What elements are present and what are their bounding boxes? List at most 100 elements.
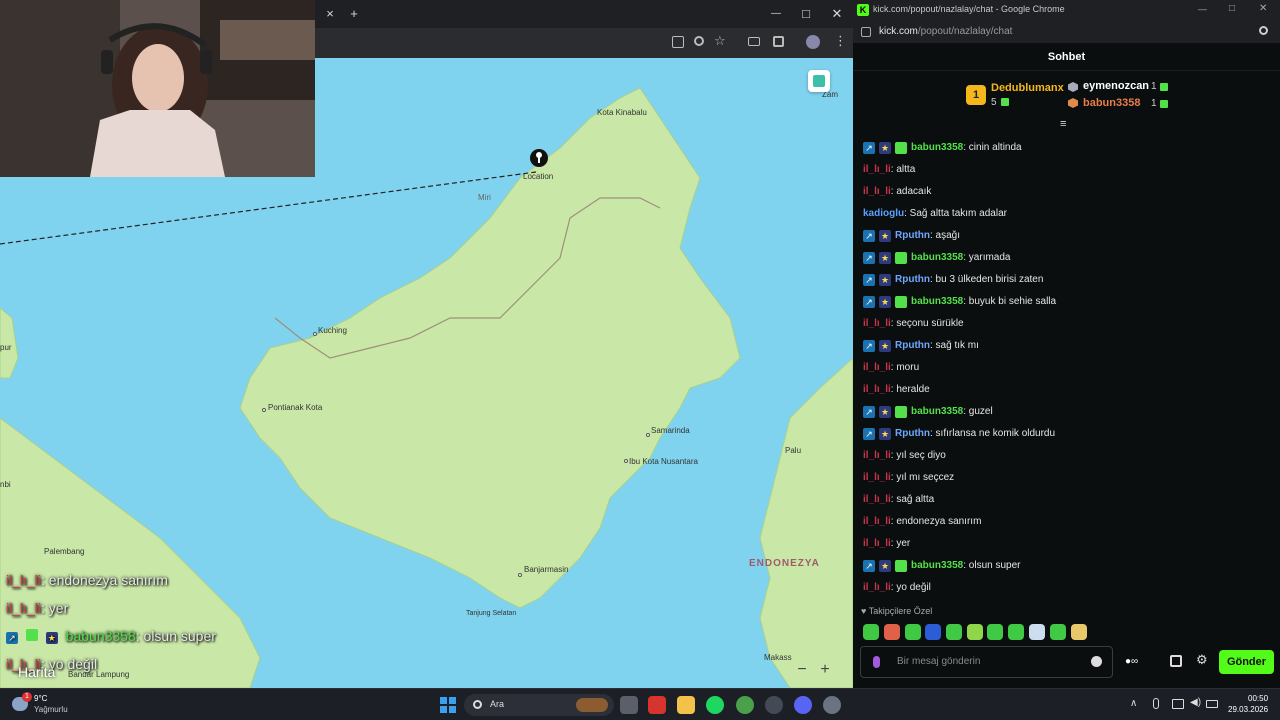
start-windows-icon[interactable] — [440, 697, 456, 713]
chat-username[interactable]: il_lı_li — [863, 313, 891, 335]
site-settings-icon[interactable] — [861, 27, 871, 37]
chat-username[interactable]: il_lı_li — [863, 533, 891, 555]
pdf-reader-icon[interactable] — [648, 696, 666, 714]
emote-icon[interactable] — [967, 624, 983, 640]
discord-icon[interactable] — [794, 696, 812, 714]
weather-temp[interactable]: 9°C — [34, 694, 47, 703]
emote-icon[interactable] — [1029, 624, 1045, 640]
windows-taskbar: 1 9°C Yağmurlu Ara ∧ ◀) 00:50 29.03.2026 — [0, 688, 1280, 720]
chat-username[interactable]: Rputhn — [895, 335, 930, 357]
zoom-icon[interactable] — [694, 36, 704, 46]
taskbar-search[interactable]: Ara — [464, 694, 614, 716]
chat-username[interactable]: il_lı_li — [863, 379, 891, 401]
task-view-icon[interactable] — [620, 696, 638, 714]
chat-username[interactable]: il_lı_li — [863, 181, 891, 203]
vip-badge-icon: ★ — [879, 340, 891, 352]
spotify-icon[interactable] — [706, 696, 724, 714]
profile-avatar[interactable] — [806, 35, 820, 49]
chat-username[interactable]: il_lı_li — [863, 511, 891, 533]
tray-network-icon[interactable] — [1172, 699, 1184, 709]
store-icon[interactable] — [1170, 655, 1182, 667]
chat-username[interactable]: il_lı_li — [863, 467, 891, 489]
leader-first-name[interactable]: Dedublumanx — [991, 82, 1064, 94]
zoom-out-button[interactable]: − — [793, 661, 811, 679]
chat-message: il_lı_li: altta — [863, 159, 1273, 181]
map-label-palu: Palu — [785, 446, 802, 455]
chat-message: il_lı_li: yo değil — [863, 577, 1273, 599]
overlay-chat-line: ↗ ★ babun3358: olsun super — [6, 628, 216, 644]
emote-icon[interactable] — [884, 624, 900, 640]
bookmark-star-icon[interactable]: ☆ — [714, 33, 726, 49]
chat-message: ↗ ★ babun3358: cinin altinda — [863, 137, 1273, 159]
chat-username[interactable]: kadioglu — [863, 203, 904, 225]
message-input[interactable]: Bir mesaj gönderin — [860, 646, 1113, 678]
tray-mic-icon[interactable] — [1153, 698, 1159, 709]
moderator-badge-icon: ↗ — [863, 560, 875, 572]
chrome-icon[interactable] — [736, 696, 754, 714]
weather-condition[interactable]: Yağmurlu — [34, 705, 68, 714]
moderator-badge-icon: ↗ — [863, 406, 875, 418]
extensions-icon[interactable] — [773, 36, 784, 47]
clock-time[interactable]: 00:50 — [1248, 694, 1268, 703]
emote-icon[interactable] — [1071, 624, 1087, 640]
emote-icon[interactable] — [987, 624, 1003, 640]
emote-icon[interactable] — [946, 624, 962, 640]
chat-username[interactable]: il_lı_li — [863, 357, 891, 379]
url-bar[interactable]: kick.com/popout/nazlalay/chat — [853, 21, 1280, 43]
emoji-icon[interactable] — [1091, 656, 1102, 667]
map-layer-button[interactable] — [808, 70, 830, 92]
chat-username[interactable]: il_lı_li — [863, 577, 891, 599]
chat-username[interactable]: Rputhn — [895, 423, 930, 445]
webcam-image — [0, 0, 315, 177]
url-text[interactable]: kick.com/popout/nazlalay/chat — [879, 26, 1012, 37]
weather-notification-badge: 1 — [22, 692, 32, 702]
tray-battery-icon[interactable] — [1206, 700, 1218, 708]
minimize-button[interactable]: — — [766, 6, 786, 22]
chat-username[interactable]: babun3358 — [911, 401, 963, 423]
chat-username[interactable]: il_lı_li — [863, 489, 891, 511]
leader-third-name[interactable]: babun3358 — [1083, 97, 1140, 109]
cast-icon[interactable] — [748, 37, 760, 46]
zoom-icon[interactable] — [1259, 26, 1268, 35]
file-explorer-icon[interactable] — [677, 696, 695, 714]
tray-chevron-icon[interactable]: ∧ — [1130, 698, 1137, 709]
close-window-button[interactable]: ✕ — [1259, 3, 1267, 14]
emote-icon[interactable] — [1050, 624, 1066, 640]
channel-points-icon[interactable]: ●∞ — [1125, 656, 1151, 668]
new-tab-button[interactable]: + — [344, 6, 364, 22]
translate-icon[interactable] — [672, 36, 684, 48]
leader-second-name[interactable]: eymenozcan — [1083, 80, 1149, 92]
app-icon[interactable] — [765, 696, 783, 714]
settings-gear-icon[interactable]: ⚙ — [1196, 652, 1208, 668]
minimize-button[interactable]: — — [1198, 4, 1207, 14]
map-label-tanjung: Tanjung Selatan — [466, 610, 517, 617]
emote-icon[interactable] — [905, 624, 921, 640]
chat-username[interactable]: il_lı_li — [863, 159, 891, 181]
chat-username[interactable]: babun3358 — [911, 247, 963, 269]
close-tab-button[interactable]: × — [320, 6, 340, 22]
emote-icon[interactable] — [925, 624, 941, 640]
chat-username[interactable]: Rputhn — [895, 269, 930, 291]
chat-username[interactable]: babun3358 — [911, 555, 963, 577]
zoom-in-button[interactable]: + — [816, 661, 834, 679]
clock-date[interactable]: 29.03.2026 — [1228, 705, 1268, 714]
chat-username[interactable]: Rputhn — [895, 225, 930, 247]
maximize-button[interactable]: □ — [796, 6, 816, 22]
chat-username[interactable]: il_lı_li — [863, 445, 891, 467]
emote-icon[interactable] — [863, 624, 879, 640]
maximize-button[interactable]: □ — [1229, 3, 1235, 14]
close-window-button[interactable]: ✕ — [827, 6, 847, 22]
collapse-icon[interactable]: ≡ — [1060, 118, 1066, 130]
tray-volume-icon[interactable]: ◀) — [1190, 697, 1201, 708]
emote-icon[interactable] — [1008, 624, 1024, 640]
search-icon — [473, 700, 482, 709]
chat-username[interactable]: babun3358 — [911, 137, 963, 159]
chat-message: il_lı_li: adacaık — [863, 181, 1273, 203]
microphone-icon[interactable] — [873, 656, 880, 668]
settings-icon[interactable] — [823, 696, 841, 714]
overlay-chat-line: il_lı_li: endonezya sanırım — [6, 572, 168, 588]
send-button[interactable]: Gönder — [1219, 650, 1274, 674]
chat-username[interactable]: babun3358 — [911, 291, 963, 313]
menu-dots-icon[interactable]: ⋮ — [834, 33, 847, 49]
city-dot-kuching — [313, 332, 317, 336]
